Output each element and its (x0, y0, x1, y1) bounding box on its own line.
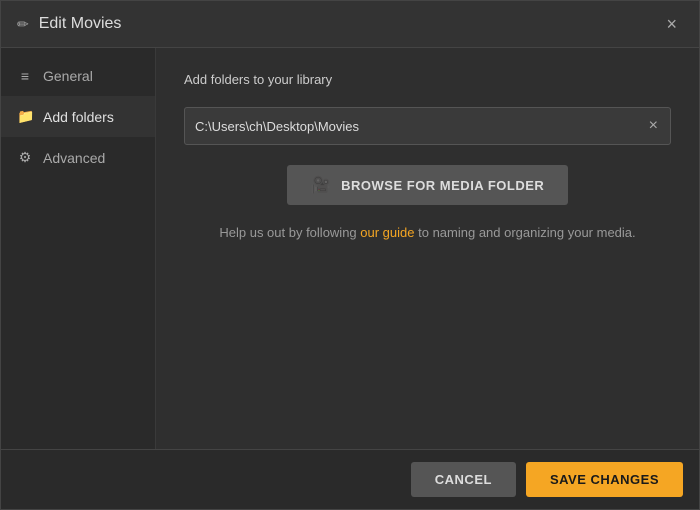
sidebar-item-label: General (43, 68, 93, 84)
menu-icon: ≡ (17, 68, 33, 84)
sidebar-item-advanced[interactable]: ⚙ Advanced (1, 137, 155, 178)
edit-movies-dialog: ✏ Edit Movies × ≡ General 📁 Add folders … (0, 0, 700, 510)
dialog-title-area: ✏ Edit Movies (17, 15, 121, 33)
sidebar-item-label: Add folders (43, 109, 114, 125)
dialog-title: Edit Movies (39, 15, 122, 33)
spacer (184, 256, 671, 425)
close-button[interactable]: × (660, 13, 683, 35)
sidebar: ≡ General 📁 Add folders ⚙ Advanced (1, 48, 156, 449)
help-text-prefix: Help us out by following (219, 225, 360, 240)
folder-icon: 📁 (17, 108, 33, 125)
cancel-button[interactable]: CANCEL (411, 462, 516, 497)
main-content: Add folders to your library × 🎥 BROWSE F… (156, 48, 699, 449)
section-title: Add folders to your library (184, 72, 671, 87)
browse-media-folder-button[interactable]: 🎥 BROWSE FOR MEDIA FOLDER (287, 165, 569, 205)
our-guide-link[interactable]: our guide (360, 225, 414, 240)
help-text-suffix: to naming and organizing your media. (415, 225, 636, 240)
help-text: Help us out by following our guide to na… (184, 225, 671, 240)
gear-icon: ⚙ (17, 149, 33, 166)
folder-input-row: × (184, 107, 671, 145)
camera-icon: 🎥 (311, 175, 331, 195)
sidebar-item-add-folders[interactable]: 📁 Add folders (1, 96, 155, 137)
dialog-footer: CANCEL SAVE CHANGES (1, 449, 699, 509)
dialog-header: ✏ Edit Movies × (1, 1, 699, 48)
sidebar-item-label: Advanced (43, 150, 105, 166)
sidebar-item-general[interactable]: ≡ General (1, 56, 155, 96)
folder-path-input[interactable] (195, 119, 647, 134)
clear-folder-button[interactable]: × (647, 118, 660, 134)
dialog-body: ≡ General 📁 Add folders ⚙ Advanced Add f… (1, 48, 699, 449)
pencil-icon: ✏ (17, 16, 29, 33)
browse-button-label: BROWSE FOR MEDIA FOLDER (341, 178, 544, 193)
save-changes-button[interactable]: SAVE CHANGES (526, 462, 683, 497)
